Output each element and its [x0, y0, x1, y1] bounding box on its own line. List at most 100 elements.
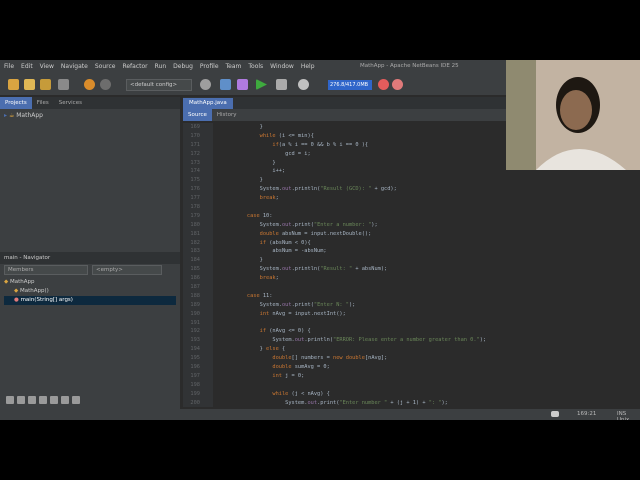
fold-gutter[interactable]	[203, 149, 213, 159]
code-line[interactable]: 197 int j = 0;	[183, 371, 530, 381]
fold-gutter[interactable]	[203, 309, 213, 319]
code-line[interactable]: 178	[183, 203, 530, 212]
code-line[interactable]: 185 System.out.println("Result: " + absN…	[183, 265, 530, 275]
filter-icon[interactable]	[50, 396, 58, 404]
fold-gutter[interactable]	[203, 300, 213, 310]
menu-item-help[interactable]: Help	[301, 63, 315, 70]
fold-gutter[interactable]	[203, 194, 213, 204]
menu-item-window[interactable]: Window	[270, 63, 294, 70]
open-project-icon[interactable]	[40, 79, 51, 90]
code-line[interactable]: 200 System.out.print("Enter number " + (…	[183, 398, 530, 407]
code-line[interactable]: 196 double sumAvg = 0;	[183, 363, 530, 372]
debug-icon[interactable]	[276, 79, 287, 90]
fold-gutter[interactable]	[203, 123, 213, 132]
code-line[interactable]: 192 if (nAvg <= 0) {	[183, 327, 530, 337]
memory-indicator[interactable]: 276.8/417.0MB	[328, 80, 372, 90]
code-line[interactable]: 188 case 11:	[183, 291, 530, 301]
fold-gutter[interactable]	[203, 140, 213, 150]
nav-item-selected[interactable]: ● main(String[] args)	[4, 296, 176, 305]
fold-gutter[interactable]	[203, 291, 213, 301]
nav-item[interactable]: ◆ MathApp()	[4, 287, 176, 296]
project-node-mathapp[interactable]: ▸ ☕ MathApp	[4, 112, 176, 119]
code-line[interactable]: 174 i++;	[183, 167, 530, 177]
code-line[interactable]: 169 }	[183, 123, 530, 132]
members-select[interactable]: Members	[4, 265, 88, 275]
fold-gutter[interactable]	[203, 274, 213, 284]
run-icon[interactable]	[256, 79, 267, 90]
menu-item-profile[interactable]: Profile	[200, 63, 219, 70]
menu-item-view[interactable]: View	[40, 63, 54, 70]
fold-gutter[interactable]	[203, 211, 213, 221]
code-line[interactable]: 176 System.out.println("Result (GCD): " …	[183, 185, 530, 195]
nav-root[interactable]: ◆ MathApp	[4, 278, 176, 287]
code-line[interactable]: 184 }	[183, 256, 530, 266]
fold-gutter[interactable]	[203, 363, 213, 372]
fold-gutter[interactable]	[203, 167, 213, 177]
code-line[interactable]: 198	[183, 380, 530, 390]
fold-gutter[interactable]	[203, 203, 213, 212]
code-line[interactable]: 186 break;	[183, 274, 530, 284]
tab-history[interactable]: History	[212, 109, 242, 121]
code-line[interactable]: 187	[183, 283, 530, 292]
filter-icon[interactable]	[28, 396, 36, 404]
menu-item-navigate[interactable]: Navigate	[61, 63, 88, 70]
filter-icon[interactable]	[39, 396, 47, 404]
fold-gutter[interactable]	[203, 256, 213, 266]
fold-gutter[interactable]	[203, 380, 213, 390]
filter-icon[interactable]	[6, 396, 14, 404]
fold-gutter[interactable]	[203, 283, 213, 292]
fold-gutter[interactable]	[203, 398, 213, 407]
tab-services[interactable]: Services	[54, 97, 87, 109]
menu-item-edit[interactable]: Edit	[21, 63, 33, 70]
editor-file-tab[interactable]: MathApp.java	[183, 98, 233, 109]
fold-gutter[interactable]	[203, 318, 213, 328]
notifications-icon[interactable]	[551, 411, 559, 417]
fold-gutter[interactable]	[203, 265, 213, 275]
code-line[interactable]: 190 int nAvg = input.nextInt();	[183, 309, 530, 319]
fold-gutter[interactable]	[203, 354, 213, 364]
new-file-icon[interactable]	[24, 79, 35, 90]
code-line[interactable]: 189 System.out.print("Enter N: ");	[183, 300, 530, 310]
filter-icon[interactable]	[72, 396, 80, 404]
fold-gutter[interactable]	[203, 238, 213, 248]
code-line[interactable]: 172 gcd = i;	[183, 149, 530, 159]
new-project-icon[interactable]	[8, 79, 19, 90]
tab-projects[interactable]: Projects	[0, 97, 32, 109]
fold-gutter[interactable]	[203, 336, 213, 346]
expand-arrow-icon[interactable]: ▸	[4, 112, 7, 119]
code-line[interactable]: 183 absNum = -absNum;	[183, 247, 530, 257]
fold-gutter[interactable]	[203, 247, 213, 257]
build-hammer-icon[interactable]	[220, 79, 231, 90]
code-line[interactable]: 171 if(a % i == 0 && b % i == 0 ){	[183, 140, 530, 150]
config-settings-icon[interactable]	[200, 79, 211, 90]
filter-icon[interactable]	[17, 396, 25, 404]
code-line[interactable]: 181 double absNum = input.nextDouble();	[183, 229, 530, 239]
code-line[interactable]: 179 case 10:	[183, 211, 530, 221]
fold-gutter[interactable]	[203, 389, 213, 399]
code-line[interactable]: 194 } else {	[183, 345, 530, 355]
code-line[interactable]: 195 double[] numbers = new double[nAvg];	[183, 354, 530, 364]
filter-icon[interactable]	[61, 396, 69, 404]
menu-item-file[interactable]: File	[4, 63, 14, 70]
menu-item-team[interactable]: Team	[226, 63, 242, 70]
fold-gutter[interactable]	[203, 176, 213, 186]
code-line[interactable]: 180 System.out.print("Enter a number: ")…	[183, 220, 530, 230]
code-line[interactable]: 193 System.out.println("ERROR: Please en…	[183, 336, 530, 346]
code-line[interactable]: 199 while (j < nAvg) {	[183, 389, 530, 399]
fold-gutter[interactable]	[203, 345, 213, 355]
fold-gutter[interactable]	[203, 185, 213, 195]
menu-item-source[interactable]: Source	[95, 63, 116, 70]
code-line[interactable]: 191	[183, 318, 530, 328]
gc-alt-icon[interactable]	[392, 79, 403, 90]
menu-item-run[interactable]: Run	[155, 63, 167, 70]
code-line[interactable]: 170 while (i <= min){	[183, 131, 530, 141]
redo-icon[interactable]	[100, 79, 111, 90]
clean-build-icon[interactable]	[237, 79, 248, 90]
fold-gutter[interactable]	[203, 371, 213, 381]
code-line[interactable]: 175 }	[183, 176, 530, 186]
fold-gutter[interactable]	[203, 158, 213, 168]
navigator-filter[interactable]: <empty>	[92, 265, 162, 275]
undo-icon[interactable]	[84, 79, 95, 90]
fold-gutter[interactable]	[203, 131, 213, 141]
save-all-icon[interactable]	[58, 79, 69, 90]
